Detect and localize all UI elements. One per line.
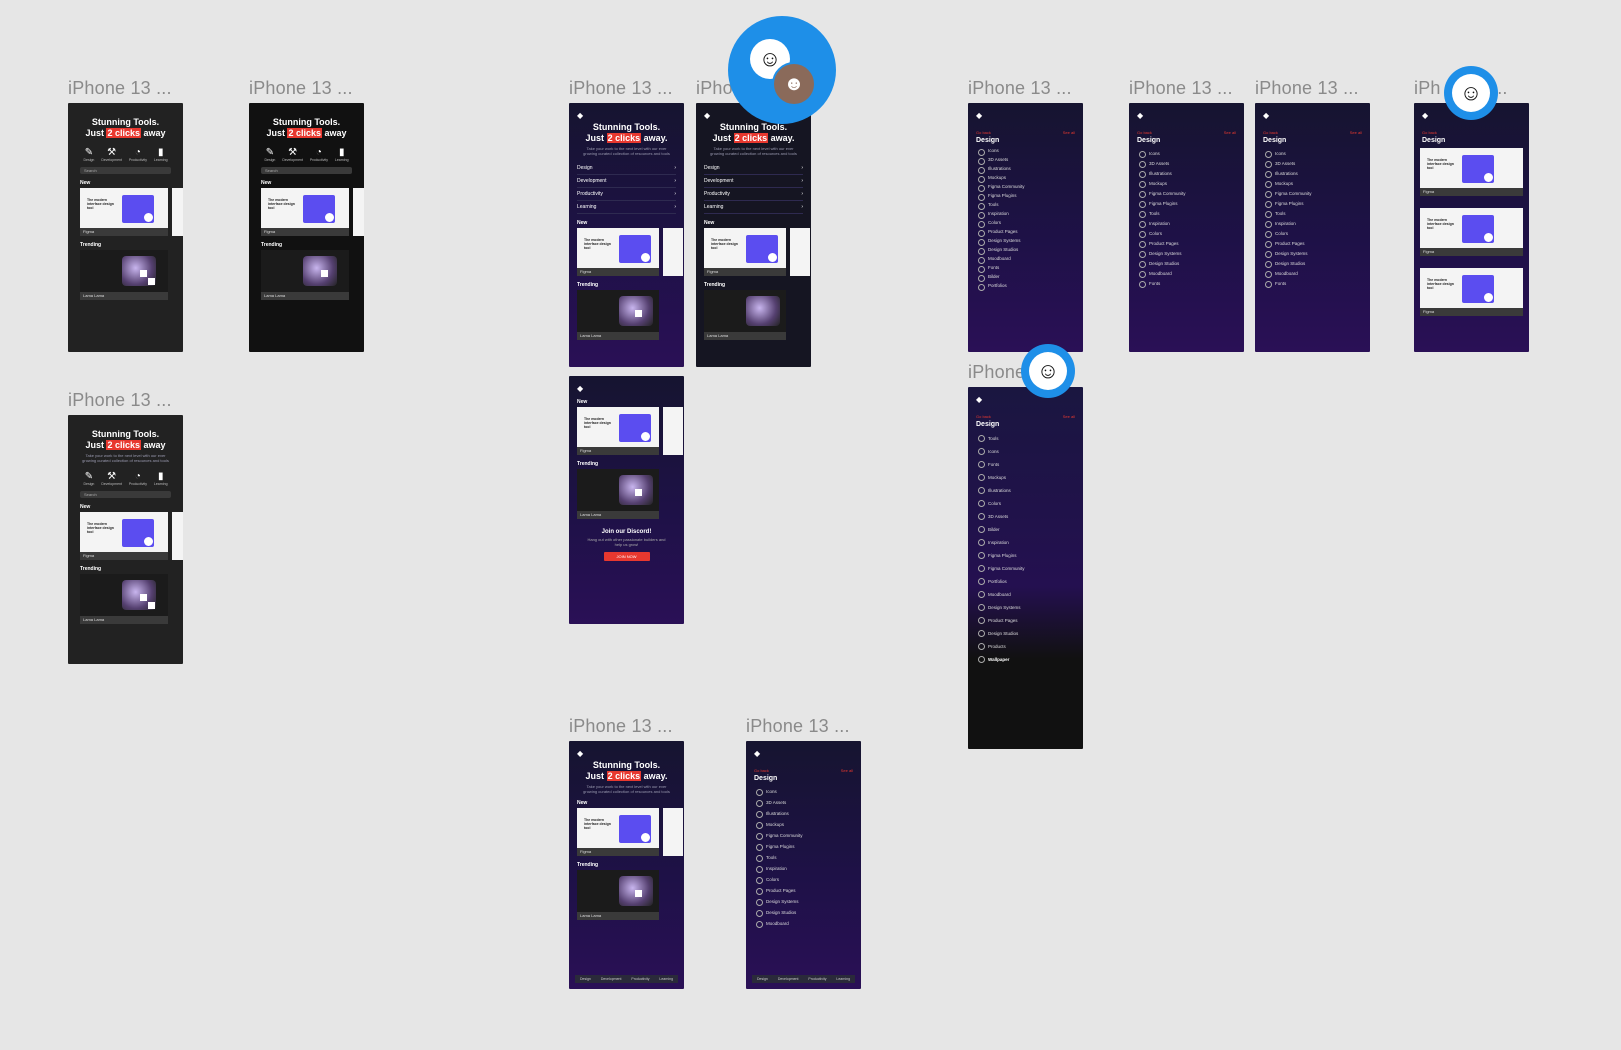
logo-icon: ◆ bbox=[976, 111, 983, 120]
card-figma[interactable]: The modern interface design tool Figma bbox=[80, 188, 168, 236]
nav-item-development[interactable]: Development › bbox=[577, 175, 676, 188]
search-input[interactable]: Search bbox=[80, 167, 171, 174]
card-figma[interactable]: The modern interface design tool Figma bbox=[80, 512, 168, 560]
card-figma[interactable]: The modern interface design tool Figma bbox=[1420, 148, 1523, 196]
logo-icon: ◆ bbox=[1263, 111, 1270, 120]
iphone-frame-design-2[interactable]: ◆ Go back See all Design Icons 3D Assets … bbox=[1129, 103, 1244, 352]
iphone-frame-home-dark[interactable]: Stunning Tools. Just 2 clicks away ✎ Desi… bbox=[68, 103, 183, 352]
card-figma[interactable]: The modern interface design tool Figma bbox=[261, 188, 349, 236]
face-icon: ☺ bbox=[1029, 352, 1067, 390]
bottom-tab-bar: Design Development Productivity Learning bbox=[752, 975, 855, 983]
brush-icon: ✎ bbox=[265, 147, 275, 158]
hammer-icon: ⚒ bbox=[107, 147, 117, 158]
frame-label[interactable]: iPhone 13 ... bbox=[746, 716, 850, 737]
gauge-icon: ◔ bbox=[315, 147, 322, 158]
search-input[interactable]: Search bbox=[80, 491, 171, 498]
logo-icon: ◆ bbox=[577, 749, 584, 758]
tab-learning[interactable]: Learning bbox=[659, 975, 673, 983]
search-input[interactable]: Search bbox=[261, 167, 352, 174]
card-lama[interactable]: Lama Lama bbox=[704, 290, 786, 340]
frame-label[interactable]: iPhone 13 ... bbox=[249, 78, 353, 99]
see-all-link[interactable]: See all bbox=[841, 768, 853, 773]
frame-label[interactable]: iPhone 13 ... bbox=[569, 78, 673, 99]
iphone-frame-discord[interactable]: ◆ New The modern interface design tool Fi… bbox=[569, 376, 684, 624]
category-icons: ✎ Design ⚒ Development ◔ Productivity ▮ Lear… bbox=[83, 147, 168, 162]
hammer-icon: ⚒ bbox=[288, 147, 298, 158]
tab-design[interactable]: Design bbox=[580, 975, 591, 983]
tab-productivity[interactable]: Productivity bbox=[631, 975, 649, 983]
card-figma[interactable]: The modern interface design tool Figma bbox=[577, 808, 659, 856]
iphone-frame-home-purple[interactable]: ◆ Stunning Tools. Just 2 clicks away. Ta… bbox=[569, 103, 684, 367]
frame-label[interactable]: iPhone 13 ... bbox=[968, 78, 1072, 99]
nav-item-development[interactable]: Development › bbox=[704, 175, 803, 188]
frame-label[interactable]: iPhone 13 ... bbox=[1129, 78, 1233, 99]
category-nav: Design › Development › Productivity › Learn… bbox=[569, 156, 684, 214]
iphone-frame-design-cards[interactable]: ◆ Go back Design The modern interface de… bbox=[1414, 103, 1529, 352]
card-lama[interactable]: Lama Lama bbox=[80, 574, 168, 624]
iphone-frame-home-alt[interactable]: ◆ Stunning Tools. Just 2 clicks away. Ta… bbox=[696, 103, 811, 367]
iphone-frame-design-long[interactable]: ◆ Go back See all Design Tools Icons Font… bbox=[968, 387, 1083, 749]
user-photo-avatar[interactable]: ☻ bbox=[772, 62, 816, 106]
nav-item-learning[interactable]: Learning › bbox=[704, 201, 803, 214]
gauge-icon: ◔ bbox=[134, 147, 141, 158]
nav-item-productivity[interactable]: Productivity › bbox=[577, 188, 676, 201]
card-figma[interactable]: The modern interface design tool Figma bbox=[1420, 208, 1523, 256]
iphone-frame-design-1[interactable]: ◆ Go back See all Design Icons 3D Assets … bbox=[968, 103, 1083, 352]
card-figma[interactable]: The modern interface design tool Figma bbox=[577, 407, 659, 455]
card-lama[interactable]: Lama Lama bbox=[577, 469, 659, 519]
card-figma[interactable]: The modern interface design tool Figma bbox=[704, 228, 786, 276]
section-new: New bbox=[80, 180, 91, 186]
nav-item-productivity[interactable]: Productivity › bbox=[704, 188, 803, 201]
hammer-icon: ⚒ bbox=[107, 471, 117, 482]
book-icon: ▮ bbox=[157, 147, 164, 158]
join-discord-button[interactable]: JOIN NOW bbox=[603, 552, 650, 561]
iphone-frame-home-tabbar[interactable]: ◆ Stunning Tools. Just 2 clicks away. Ta… bbox=[569, 741, 684, 989]
category-icons: ✎ Design ⚒ Development ◔ Productivity ▮ Lear… bbox=[83, 471, 168, 486]
iphone-frame-design-tabbar[interactable]: ◆ Go back See all Design Icons 3D Assets … bbox=[746, 741, 861, 989]
tab-development[interactable]: Development bbox=[601, 975, 622, 983]
logo-icon: ◆ bbox=[577, 384, 584, 393]
bottom-tab-bar: Design Development Productivity Learning bbox=[575, 975, 678, 983]
frame-label-partial[interactable]: iPh bbox=[1414, 78, 1441, 99]
frame-label[interactable]: iPhone 13 ... bbox=[569, 716, 673, 737]
hero-title: Stunning Tools. Just 2 clicks away bbox=[85, 117, 166, 138]
frame-label[interactable]: iPhone 13 ... bbox=[68, 78, 172, 99]
brush-icon: ✎ bbox=[84, 471, 94, 482]
card-figma[interactable]: The modern interface design tool Figma bbox=[1420, 268, 1523, 316]
nav-item-learning[interactable]: Learning › bbox=[577, 201, 676, 214]
nav-item-design[interactable]: Design › bbox=[704, 162, 803, 175]
card-lama[interactable]: Lama Lama bbox=[577, 290, 659, 340]
iphone-frame-design-3[interactable]: ◆ Go back See all Design Icons 3D Assets … bbox=[1255, 103, 1370, 352]
card-figma[interactable]: The modern interface design tool Figma bbox=[577, 228, 659, 276]
logo-icon: ◆ bbox=[754, 749, 761, 758]
iphone-frame-home-black[interactable]: Stunning Tools. Just 2 clicks away ✎ Desi… bbox=[249, 103, 364, 352]
logo-icon: ◆ bbox=[1137, 111, 1144, 120]
iphone-frame-home-dark-2[interactable]: Stunning Tools. Just 2 clicks away Take … bbox=[68, 415, 183, 664]
frame-label[interactable]: iPhone 13 ... bbox=[1255, 78, 1359, 99]
frame-label-short[interactable]: iPho bbox=[696, 78, 733, 99]
frame-label[interactable]: iPhone 13 ... bbox=[68, 390, 172, 411]
face-icon: ☺ bbox=[1452, 74, 1490, 112]
back-link[interactable]: Go back bbox=[754, 768, 769, 773]
brush-icon: ✎ bbox=[84, 147, 94, 158]
collaborator-avatar[interactable]: ☺ bbox=[1444, 66, 1498, 120]
collaborator-avatar[interactable]: ☺ bbox=[1021, 344, 1075, 398]
card-lama[interactable]: Lama Lama bbox=[80, 250, 168, 300]
nav-item-design[interactable]: Design › bbox=[577, 162, 676, 175]
section-trending: Trending bbox=[80, 242, 102, 248]
card-lama[interactable]: Lama Lama bbox=[261, 250, 349, 300]
book-icon: ▮ bbox=[157, 471, 164, 482]
frame-label-partial[interactable]: iPhone bbox=[968, 362, 1025, 383]
gauge-icon: ◔ bbox=[134, 471, 141, 482]
card-lama[interactable]: Lama Lama bbox=[577, 870, 659, 920]
design-category-list: Icons 3D Assets Illustrations Mockups Fi… bbox=[746, 782, 861, 929]
logo-icon: ◆ bbox=[577, 111, 584, 120]
book-icon: ▮ bbox=[338, 147, 345, 158]
discord-title: Join our Discord! bbox=[601, 529, 652, 535]
hero-title: Stunning Tools. Just 2 clicks away bbox=[85, 429, 166, 450]
